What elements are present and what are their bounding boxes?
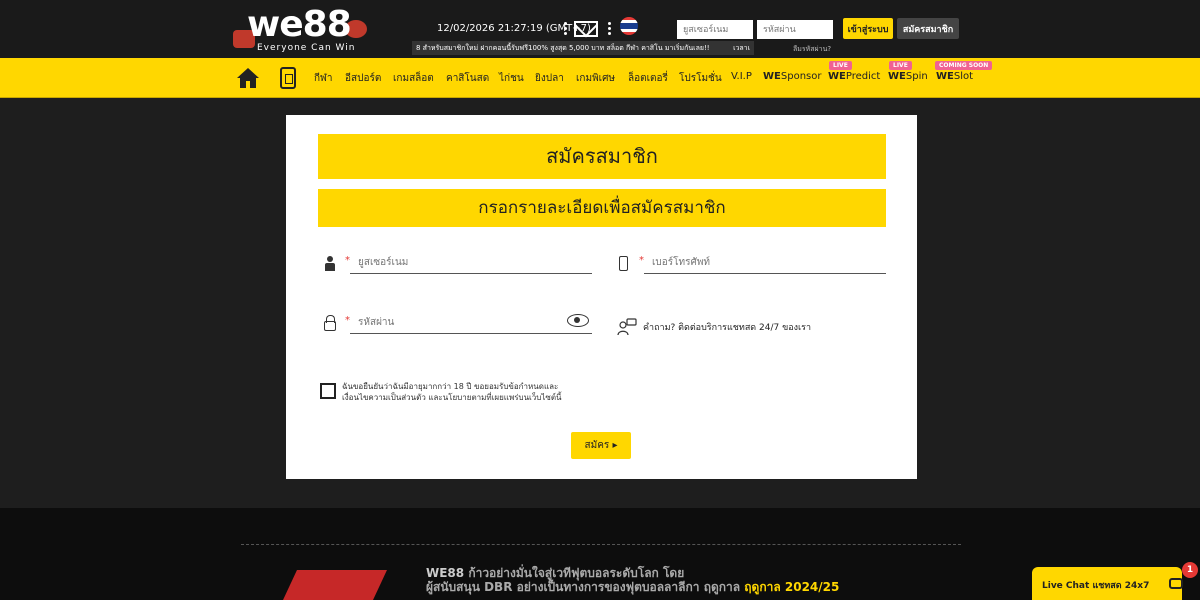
marquee-time-label: เวลาเ [733,44,750,52]
signup-button[interactable]: สมัครสมาชิก [897,18,959,39]
clock-display: 12/02/2026 21:27:19 (GMT+7) [437,23,591,34]
live-chat-support-link[interactable]: คำถาม? ติดต่อบริการแชทสด 24/7 ของเรา [643,320,811,334]
nav-item-promotions[interactable]: โปรโมชั่น [679,71,722,86]
nav-item-weslot[interactable]: WESlot [936,71,973,82]
announcement-marquee: 8 สำหรับสมาชิกใหม่ ฝากคอนนี้รับฟรี100% ส… [412,41,754,55]
footer-divider [241,544,961,545]
terms-text: ฉันขอยืนยันว่าฉันมีอายุมากกว่า 18 ปี ขอย… [342,381,602,403]
nav-item-cockfight[interactable]: ไก่ชน [499,71,524,86]
nav-item-slots[interactable]: เกมสล็อต [393,71,434,86]
registration-card: สมัครสมาชิก กรอกรายละเอียดเพื่อสมัครสมาช… [286,115,917,479]
live-badge: LIVE [889,61,912,70]
live-chat-widget[interactable]: Live Chat แชทสด 24x7 [1032,567,1183,600]
register-submit-button[interactable]: สมัคร ▸ [571,432,631,459]
nav-item-fishing[interactable]: ยิงปลา [535,71,564,86]
nav-item-vip[interactable]: V.I.P [731,71,752,82]
phone-input[interactable] [652,253,852,271]
live-badge: LIVE [829,61,852,70]
password-field: * [345,312,592,334]
username-input[interactable] [358,253,558,271]
mail-icon[interactable] [574,21,598,37]
chat-support-icon[interactable] [617,318,637,336]
sponsor-logo-graphic [283,570,387,600]
terms-line: ฉันขอยืนยันว่าฉันมีอายุมากกว่า 18 ปี ขอย… [342,382,559,391]
home-icon[interactable] [237,68,259,88]
nav-item-wepredict[interactable]: WEPredict [828,71,880,82]
nav-item-sports[interactable]: กีฬา [314,71,333,86]
forgot-password-link[interactable]: ลืมรหัสผ่าน? [793,44,831,55]
chat-bubble-icon [1169,578,1183,589]
required-mark: * [345,315,350,326]
username-field: * [345,252,592,274]
page-subtitle: กรอกรายละเอียดเพื่อสมัครสมาชิก [318,189,886,227]
password-input[interactable] [358,313,558,331]
thai-flag-icon[interactable] [620,17,638,35]
menu-dots-icon[interactable] [608,22,611,36]
lock-icon [324,315,336,331]
terms-checkbox[interactable] [320,383,336,399]
nav-item-live-casino[interactable]: คาสิโนสด [446,71,489,86]
header-password-input[interactable] [757,20,833,39]
notification-badge: 1 [1182,562,1198,578]
footer-subheadline: ผู้สนับสนุน DBR อย่างเป็นทางการของฟุตบอล… [426,580,840,594]
terms-line: เงื่อนไขความเป็นส่วนตัว และนโยบายตามที่เ… [342,393,562,402]
site-logo[interactable]: we88 Everyone Can Win [233,4,373,54]
required-mark: * [345,255,350,266]
mobile-phone-icon [619,256,628,271]
mobile-app-icon[interactable] [280,67,296,89]
footer: WE88 ก้าวอย่างมั่นใจสู่เวทีฟุตบอลระดับโล… [0,508,1200,600]
nav-item-special-games[interactable]: เกมพิเศษ [576,71,615,86]
logo-wordmark: we88 [247,4,352,45]
required-mark: * [639,255,644,266]
phone-field: * [639,252,886,274]
divider-dots-icon [564,22,567,36]
nav-item-wespin[interactable]: WESpin [888,71,928,82]
logo-tagline: Everyone Can Win [257,43,356,53]
nav-item-wesponsor[interactable]: WESponsor [763,71,821,82]
marquee-text: 8 สำหรับสมาชิกใหม่ ฝากคอนนี้รับฟรี100% ส… [416,44,710,52]
nav-item-lottery[interactable]: ล็อตเตอรี่ [628,71,668,86]
login-button[interactable]: เข้าสู่ระบบ [843,18,893,39]
live-chat-label: Live Chat แชทสด 24x7 [1042,581,1150,591]
coming-soon-badge: COMING SOON [935,61,993,70]
nav-item-esports[interactable]: อีสปอร์ต [345,71,381,86]
header-username-input[interactable] [677,20,753,39]
page-title: สมัครสมาชิก [318,134,886,179]
main-nav: กีฬา อีสปอร์ต เกมสล็อต คาสิโนสด ไก่ชน ยิ… [0,58,1200,98]
top-header: we88 Everyone Can Win 12/02/2026 21:27:1… [0,0,1200,58]
show-password-eye-icon[interactable] [567,314,589,327]
user-icon [324,256,336,272]
